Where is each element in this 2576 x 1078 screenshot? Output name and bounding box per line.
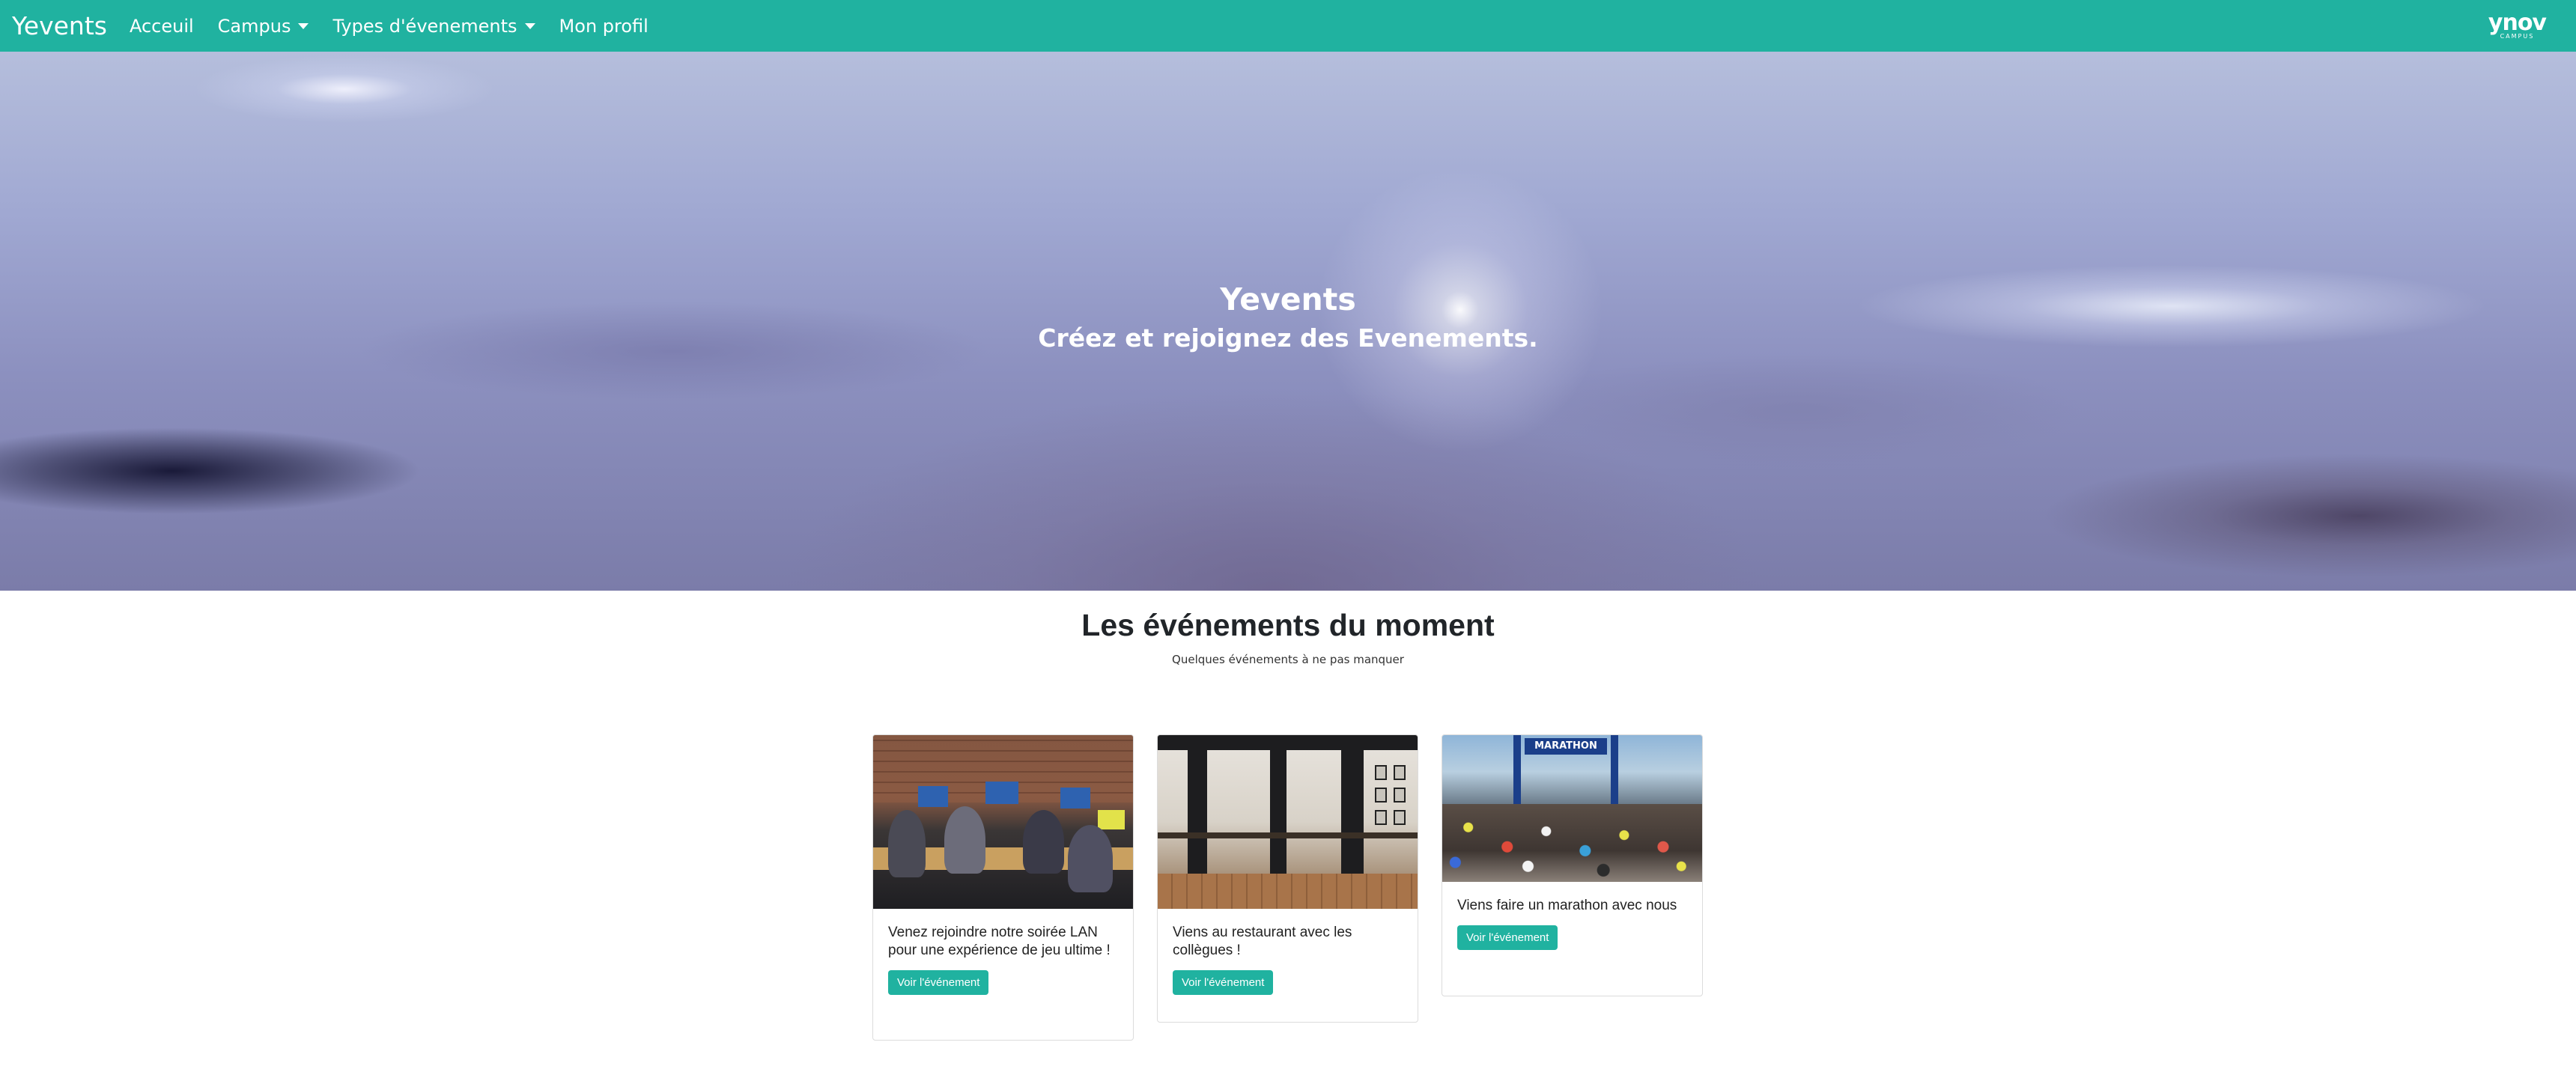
caret-down-icon: [524, 22, 535, 29]
brand-link[interactable]: Yevents: [12, 11, 107, 40]
lan-party-image: [873, 735, 1133, 909]
restaurant-image: [1158, 735, 1418, 909]
nav-dropdown-types-evenements[interactable]: Types d'évenements: [332, 16, 535, 37]
voir-evenement-button[interactable]: Voir l'événement: [1173, 970, 1274, 995]
event-card: MARATHON Viens faire un marathon avec no…: [1442, 734, 1703, 996]
nav-link-label: Types d'évenements: [332, 15, 517, 37]
nav-link-label: Mon profil: [559, 15, 648, 37]
ynov-campus-logo[interactable]: ynov CAMPUS: [2488, 10, 2547, 40]
voir-evenement-button[interactable]: Voir l'événement: [888, 970, 989, 995]
hero-banner: Yevents Créez et rejoignez des Evenement…: [0, 52, 2576, 591]
nav-link-mon-profil[interactable]: Mon profil: [559, 16, 648, 37]
event-card: Viens au restaurant avec les collègues !…: [1157, 734, 1418, 1023]
nav-link-acceuil[interactable]: Acceuil: [130, 16, 194, 37]
nav-link-label: Campus: [217, 15, 291, 37]
logo-text: ynov: [2488, 10, 2547, 36]
nav-link-label: Acceuil: [129, 15, 194, 37]
section-title: Les événements du moment: [1081, 608, 1495, 642]
event-card-title: Venez rejoindre notre soirée LAN pour un…: [888, 925, 1111, 958]
marathon-image: MARATHON: [1442, 735, 1702, 882]
hero-subtitle: Créez et rejoignez des Evenements.: [1038, 323, 1538, 353]
event-card-title: Viens faire un marathon avec nous: [1457, 898, 1677, 913]
hero-title: Yevents: [1220, 281, 1356, 317]
navbar: Yevents Acceuil Campus Types d'évenement…: [0, 0, 2576, 52]
event-card: Venez rejoindre notre soirée LAN pour un…: [872, 734, 1134, 1041]
nav-dropdown-campus[interactable]: Campus: [218, 16, 309, 37]
event-card-title: Viens au restaurant avec les collègues !: [1173, 925, 1352, 958]
marathon-banner-text: MARATHON: [1525, 738, 1607, 755]
voir-evenement-button[interactable]: Voir l'événement: [1457, 925, 1558, 950]
section-subtitle: Quelques événements à ne pas manquer: [1172, 653, 1404, 666]
caret-down-icon: [298, 22, 309, 29]
